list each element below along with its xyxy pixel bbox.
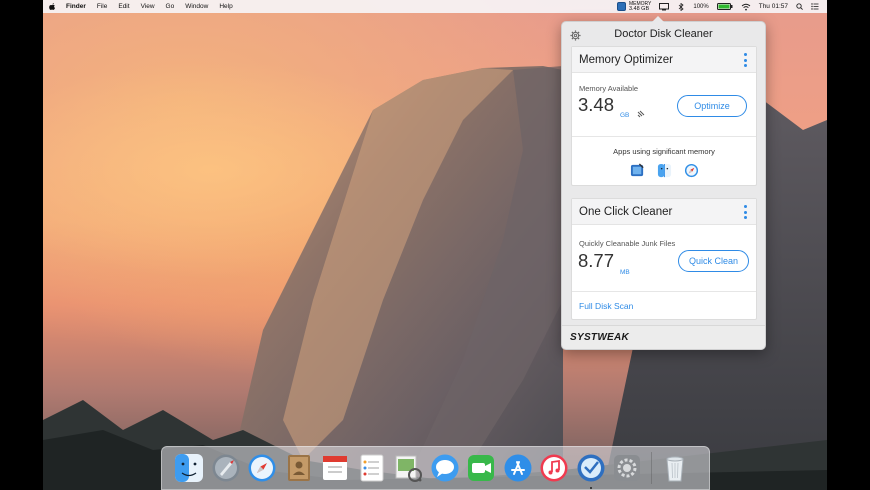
memory-optimizer-header: Memory Optimizer bbox=[572, 47, 756, 73]
memory-divider bbox=[572, 136, 756, 137]
contacts-icon[interactable] bbox=[284, 453, 314, 483]
messages-icon[interactable] bbox=[430, 453, 460, 483]
preview-icon[interactable] bbox=[393, 453, 423, 483]
dock-separator bbox=[650, 452, 652, 484]
finder-app-icon[interactable] bbox=[657, 163, 672, 178]
menu-bar: Finder File Edit View Go Window Help MEM… bbox=[43, 0, 827, 13]
doctor-disk-cleaner-app-icon[interactable] bbox=[630, 163, 645, 178]
menu-edit[interactable]: Edit bbox=[118, 3, 129, 10]
menu-file[interactable]: File bbox=[97, 3, 107, 10]
menu-view[interactable]: View bbox=[141, 3, 155, 10]
safari-app-icon[interactable] bbox=[684, 163, 699, 178]
memory-status-item[interactable]: MEMORY 3.48 GB bbox=[616, 1, 651, 12]
one-click-cleaner-card: One Click Cleaner Quickly Cleanable Junk… bbox=[571, 198, 757, 320]
facetime-icon[interactable] bbox=[466, 453, 496, 483]
popover-title: Doctor Disk Cleaner bbox=[614, 28, 713, 40]
doctor-disk-cleaner-dock-item[interactable] bbox=[576, 453, 606, 489]
memory-value: 3.48 GB bbox=[628, 5, 650, 12]
junk-files-value: 8.77 bbox=[578, 250, 615, 271]
junk-files-unit: MB bbox=[620, 269, 630, 276]
battery-icon[interactable] bbox=[716, 3, 733, 10]
one-click-cleaner-more-icon[interactable] bbox=[743, 205, 747, 219]
gear-icon[interactable] bbox=[570, 30, 581, 41]
doctor-disk-cleaner-menu-icon bbox=[616, 2, 626, 11]
memory-available-value: 3.48 bbox=[578, 94, 615, 115]
full-disk-scan-link[interactable]: Full Disk Scan bbox=[579, 301, 633, 311]
junk-files-label: Quickly Cleanable Junk Files bbox=[579, 239, 676, 248]
memory-readout: MEMORY 3.48 GB bbox=[628, 1, 651, 12]
menu-go[interactable]: Go bbox=[166, 3, 175, 10]
trash-icon[interactable] bbox=[660, 453, 690, 483]
dock bbox=[161, 446, 710, 490]
menu-bar-status-area: MEMORY 3.48 GB 100% Thu 01:57 bbox=[616, 0, 827, 13]
doctor-disk-cleaner-popover: Doctor Disk Cleaner Memory Optimizer Mem… bbox=[561, 16, 766, 350]
memory-optimizer-card: Memory Optimizer Memory Available 3.48 G… bbox=[571, 46, 757, 186]
system-preferences-icon[interactable] bbox=[612, 453, 642, 483]
systweak-logo: SYSTWEAK bbox=[570, 332, 630, 343]
memory-available-label: Memory Available bbox=[579, 84, 639, 93]
launchpad-icon[interactable] bbox=[211, 453, 241, 483]
memory-optimizer-title: Memory Optimizer bbox=[579, 53, 673, 66]
finder-icon[interactable] bbox=[174, 453, 204, 483]
menu-finder[interactable]: Finder bbox=[66, 3, 86, 10]
wifi-icon[interactable] bbox=[741, 3, 751, 11]
apple-icon[interactable] bbox=[49, 2, 56, 11]
menu-window[interactable]: Window bbox=[185, 3, 208, 10]
quick-clean-button[interactable]: Quick Clean bbox=[678, 250, 749, 272]
safari-icon[interactable] bbox=[247, 453, 277, 483]
one-click-cleaner-header: One Click Cleaner bbox=[572, 199, 756, 225]
clock[interactable]: Thu 01:57 bbox=[759, 3, 788, 10]
itunes-icon[interactable] bbox=[539, 453, 569, 483]
spotlight-search-icon[interactable] bbox=[796, 3, 803, 10]
menu-help[interactable]: Help bbox=[219, 3, 232, 10]
bluetooth-icon[interactable] bbox=[677, 2, 685, 11]
cleaner-divider bbox=[572, 291, 756, 292]
app-store-icon[interactable] bbox=[503, 453, 533, 483]
battery-percent: 100% bbox=[693, 3, 709, 10]
display-icon[interactable] bbox=[659, 2, 670, 11]
reminders-icon[interactable] bbox=[357, 453, 387, 483]
notification-center-icon[interactable] bbox=[811, 3, 819, 10]
one-click-cleaner-title: One Click Cleaner bbox=[579, 205, 673, 218]
popover-header: Doctor Disk Cleaner bbox=[562, 22, 765, 46]
apps-using-memory-label: Apps using significant memory bbox=[613, 147, 715, 156]
running-indicator bbox=[589, 487, 592, 489]
memory-chip-icon bbox=[637, 110, 645, 118]
popover-footer: SYSTWEAK bbox=[562, 325, 765, 349]
memory-available-unit: GB bbox=[620, 112, 630, 119]
optimize-button[interactable]: Optimize bbox=[677, 95, 747, 117]
calendar-icon[interactable] bbox=[320, 453, 350, 483]
memory-apps-list bbox=[572, 163, 756, 178]
doctor-disk-cleaner-icon bbox=[577, 454, 604, 482]
memory-optimizer-more-icon[interactable] bbox=[743, 53, 747, 67]
